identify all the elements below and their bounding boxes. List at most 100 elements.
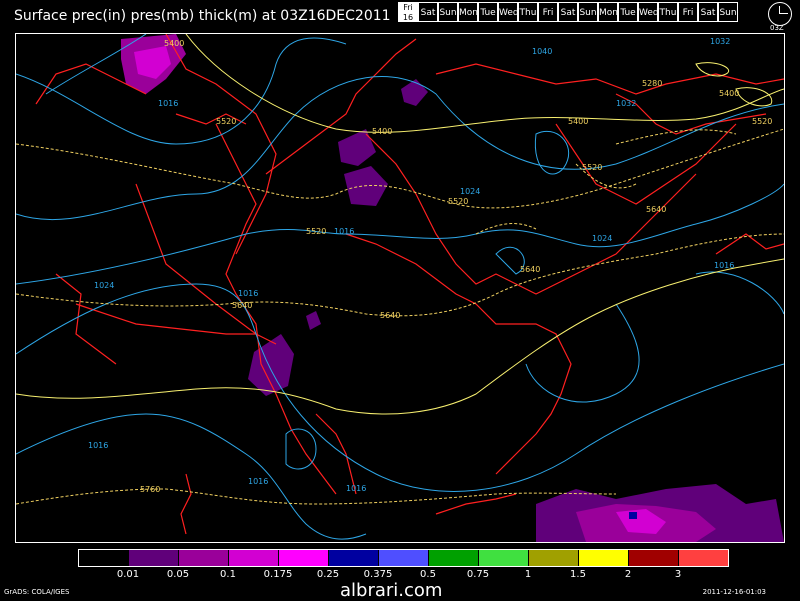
isobar-label: 1016: [88, 441, 108, 450]
weather-map: 1040 1032 1032 1024 1024 1024 1016 1016 …: [15, 33, 785, 543]
timestamp-text: 2011-12-16-01:03: [702, 588, 766, 596]
legend-tick: 3: [674, 569, 682, 580]
thickness-line: [735, 87, 773, 107]
isobar-label: 1016: [346, 484, 366, 493]
day-selector: Fri 16 Sat Sun Mon Tue Wed Thu Fri Sat S…: [398, 2, 738, 22]
legend-swatch: [329, 550, 379, 566]
isobar-label: 1016: [714, 261, 734, 270]
day-9[interactable]: Sun: [578, 2, 598, 22]
isobar-label: 1024: [460, 187, 480, 196]
day-15[interactable]: Sat: [698, 2, 718, 22]
isobar-label: 1016: [238, 289, 258, 298]
day-14[interactable]: Fri: [678, 2, 698, 22]
day-11[interactable]: Tue: [618, 2, 638, 22]
isobar: [285, 428, 317, 470]
day-13[interactable]: Thu: [658, 2, 678, 22]
day-active-name: Fri: [403, 3, 413, 12]
precip-area: [401, 79, 428, 106]
clock-label: 03Z: [770, 24, 784, 32]
day-8[interactable]: Sat: [558, 2, 578, 22]
legend-swatch: [679, 550, 728, 566]
coastline: [75, 303, 256, 335]
precip-area: [248, 334, 294, 396]
thickness-label: 5400: [164, 39, 184, 48]
thickness-label: 5520: [306, 227, 326, 236]
thickness-lines: [16, 34, 784, 505]
thickness-label: 5520: [216, 117, 236, 126]
credit-text: GrADS: COLA/IGES: [4, 588, 70, 596]
isobar: [16, 413, 367, 540]
thickness-label: 5520: [752, 117, 772, 126]
thickness-label: 5640: [646, 205, 666, 214]
map-svg: 1040 1032 1032 1024 1024 1024 1016 1016 …: [16, 34, 784, 542]
thickness-line: [185, 34, 784, 133]
legend-swatch: [79, 550, 129, 566]
coastline: [715, 233, 784, 255]
isobar-label: 1016: [158, 99, 178, 108]
precip-area: [306, 311, 321, 330]
clock-icon[interactable]: [768, 2, 792, 26]
day-2[interactable]: Sun: [438, 2, 458, 22]
thickness-label: 5400: [372, 127, 392, 136]
day-active-date: 16: [402, 13, 414, 22]
thickness-line: [16, 258, 784, 415]
legend-swatch: [479, 550, 529, 566]
isobar-label: 1032: [616, 99, 636, 108]
isobar-label: 1024: [592, 234, 612, 243]
coastline: [135, 183, 277, 345]
legend-swatch: [629, 550, 679, 566]
isobar: [16, 76, 784, 221]
legend-tick: 0.5: [420, 569, 436, 580]
isobar: [16, 183, 784, 285]
legend-tick: 0.375: [363, 569, 393, 580]
legend-tick: 2: [624, 569, 632, 580]
thickness-label: 5640: [380, 311, 400, 320]
coastline: [435, 493, 517, 515]
precip-core: [629, 512, 637, 519]
day-3[interactable]: Mon: [458, 2, 478, 22]
precip-area: [338, 129, 376, 166]
day-10[interactable]: Mon: [598, 2, 618, 22]
thickness-label: 5280: [642, 79, 662, 88]
isobar-label: 1032: [710, 37, 730, 46]
legend-tick: 0.175: [263, 569, 293, 580]
thickness-line: [16, 128, 784, 209]
thickness-label: 5640: [232, 301, 252, 310]
legend-tick: 0.75: [466, 569, 490, 580]
day-12[interactable]: Wed: [638, 2, 659, 22]
legend-swatch: [379, 550, 429, 566]
watermark-text: albrari.com: [340, 580, 443, 601]
isobar: [695, 271, 784, 315]
day-7[interactable]: Fri: [538, 2, 558, 22]
legend-tick: 0.01: [116, 569, 140, 580]
thickness-line: [16, 233, 784, 317]
legend-tick: 0.05: [166, 569, 190, 580]
isobar-label: 1024: [94, 281, 114, 290]
thickness-label-group: 5400 5400 5400 5400 5280 5520 5520 5520 …: [140, 39, 772, 494]
isobars: [16, 34, 784, 540]
thickness-line: [695, 62, 729, 77]
day-1[interactable]: Sat: [418, 2, 438, 22]
thickness-line: [16, 488, 617, 505]
day-16[interactable]: Sun: [718, 2, 738, 22]
isobar-label: 1040: [532, 47, 552, 56]
map-title: Surface prec(in) pres(mb) thick(m) at 03…: [14, 8, 391, 24]
isobar-label: 1016: [248, 477, 268, 486]
day-4[interactable]: Tue: [478, 2, 498, 22]
day-active[interactable]: Fri 16: [398, 2, 418, 22]
legend-tick: 1: [524, 569, 532, 580]
isobar: [525, 303, 640, 403]
thickness-label: 5520: [582, 163, 602, 172]
legend-swatch: [129, 550, 179, 566]
day-6[interactable]: Thu: [518, 2, 538, 22]
coastline: [180, 473, 192, 535]
legend-swatch: [529, 550, 579, 566]
legend-swatch: [179, 550, 229, 566]
legend-swatch: [579, 550, 629, 566]
day-5[interactable]: Wed: [498, 2, 519, 22]
legend-tick: 0.25: [316, 569, 340, 580]
thickness-label: 5760: [140, 485, 160, 494]
thickness-label: 5520: [448, 197, 468, 206]
legend-tick: 1.5: [570, 569, 586, 580]
thickness-label: 5640: [520, 265, 540, 274]
